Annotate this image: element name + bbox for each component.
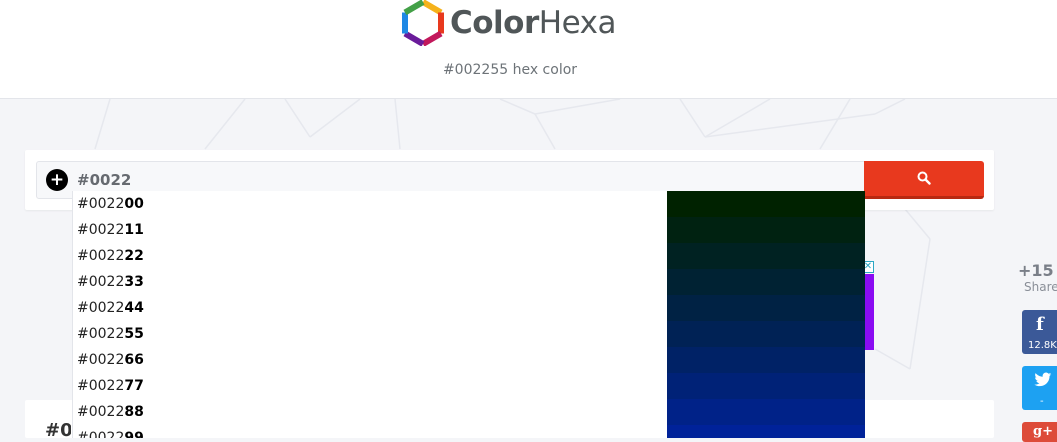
suggestion-suffix: 00	[124, 196, 144, 212]
share-count: +15	[1018, 261, 1054, 280]
suggestion-item[interactable]: #002288	[73, 399, 865, 425]
brand-prefix: Color	[450, 5, 539, 41]
suggestion-suffix: 99	[124, 430, 144, 438]
facebook-share-button[interactable]: f 12.8K	[1022, 310, 1057, 354]
suggestion-text: #002277	[77, 377, 144, 395]
suggestion-item[interactable]: #002200	[73, 191, 865, 217]
suggestion-suffix: 88	[124, 404, 144, 420]
suggestion-prefix: #0022	[77, 378, 125, 394]
site-logo[interactable]: ColorHexa	[402, 0, 616, 46]
suggestion-item[interactable]: #002299	[73, 425, 865, 438]
color-swatch	[667, 399, 865, 425]
color-swatch	[667, 321, 865, 347]
suggestion-prefix: #0022	[77, 326, 125, 342]
suggestion-suffix: 44	[124, 300, 144, 316]
facebook-icon: f	[1036, 314, 1044, 335]
color-swatch	[667, 373, 865, 399]
suggestion-item[interactable]: #002244	[73, 295, 865, 321]
suggestion-item[interactable]: #002222	[73, 243, 865, 269]
suggestion-text: #002244	[77, 299, 144, 317]
suggestion-text: #002255	[77, 325, 144, 343]
suggestion-prefix: #0022	[77, 248, 125, 264]
twitter-icon	[1034, 372, 1052, 387]
suggestion-prefix: #0022	[77, 352, 125, 368]
suggestion-text: #002200	[77, 195, 144, 213]
twitter-share-count: -	[1040, 396, 1044, 407]
color-swatch	[667, 295, 865, 321]
search-icon	[917, 171, 931, 185]
suggestion-prefix: #0022	[77, 274, 125, 290]
suggestion-prefix: #0022	[77, 196, 125, 212]
suggestion-suffix: 33	[124, 274, 144, 290]
google-plus-icon: g+	[1033, 424, 1053, 439]
search-button[interactable]	[864, 161, 984, 199]
plus-icon[interactable]: +	[46, 169, 68, 191]
color-swatch	[667, 425, 865, 438]
suggestion-suffix: 11	[124, 222, 144, 238]
color-swatch	[667, 269, 865, 295]
suggestion-suffix: 55	[124, 326, 144, 342]
suggestion-text: #002211	[77, 221, 144, 239]
suggestion-text: #002233	[77, 273, 144, 291]
suggestion-item[interactable]: #002255	[73, 321, 865, 347]
color-swatch	[667, 217, 865, 243]
share-label: Share	[1024, 280, 1057, 294]
suggestion-prefix: #0022	[77, 404, 125, 420]
brand-name: ColorHexa	[450, 0, 616, 46]
google-plus-share-button[interactable]: g+	[1022, 422, 1057, 442]
suggestion-item[interactable]: #002211	[73, 217, 865, 243]
suggestion-text: #002299	[77, 429, 144, 438]
suggestion-prefix: #0022	[77, 300, 125, 316]
suggestion-suffix: 66	[124, 352, 144, 368]
brand-suffix: Hexa	[538, 5, 617, 41]
suggestion-item[interactable]: #002277	[73, 373, 865, 399]
suggestion-item[interactable]: #002266	[73, 347, 865, 373]
facebook-share-count: 12.8K	[1028, 340, 1057, 351]
suggestion-text: #002222	[77, 247, 144, 265]
suggestion-suffix: 22	[124, 248, 144, 264]
color-swatch	[667, 347, 865, 373]
twitter-share-button[interactable]: -	[1022, 366, 1057, 410]
suggestion-text: #002288	[77, 403, 144, 421]
suggestion-prefix: #0022	[77, 430, 125, 438]
color-swatch	[667, 191, 865, 217]
autocomplete-dropdown: #002200 #002211 #002222 #002233 #002244 …	[72, 191, 865, 438]
color-swatch	[667, 243, 865, 269]
suggestion-item[interactable]: #002233	[73, 269, 865, 295]
suggestion-suffix: 77	[124, 378, 144, 394]
page-subtitle: #002255 hex color	[442, 62, 578, 78]
suggestion-prefix: #0022	[77, 222, 125, 238]
suggestion-text: #002266	[77, 351, 144, 369]
hexagon-logo-icon	[402, 0, 444, 46]
site-header: ColorHexa #002255 hex color	[0, 0, 1057, 99]
